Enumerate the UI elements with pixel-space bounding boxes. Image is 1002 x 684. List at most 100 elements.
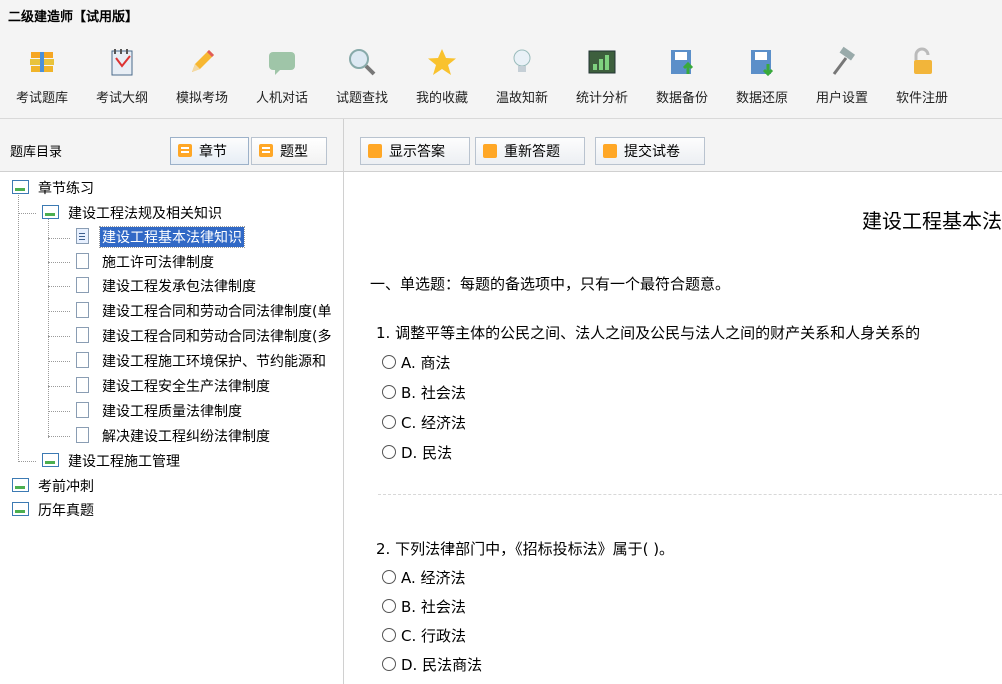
tree-node-label: 施工许可法律制度	[102, 255, 214, 271]
toolbar-restore-button[interactable]: 数据还原	[722, 34, 802, 118]
question-2-text: 2. 下列法律部门中，《招标投标法》属于( )。	[376, 540, 675, 558]
radio-button[interactable]	[382, 355, 396, 369]
tab-question-type[interactable]: 题型	[251, 137, 327, 165]
tab-question-type-label: 题型	[280, 144, 308, 160]
radio-button[interactable]	[382, 445, 396, 459]
radio-button[interactable]	[382, 385, 396, 399]
section-heading: 一、单选题：每题的备选项中，只有一个最符合题意。	[370, 275, 731, 293]
redo-label: 重新答题	[504, 144, 560, 160]
radio-button[interactable]	[382, 415, 396, 429]
tree-node-label: 解决建设工程纠纷法律制度	[102, 429, 270, 445]
folder-icon	[12, 502, 29, 516]
books-icon	[30, 52, 54, 72]
magnifier-icon	[349, 49, 376, 76]
toolbar-label: 温故知新	[495, 91, 548, 106]
document-icon	[76, 427, 89, 443]
option-label: A. 经济法	[401, 569, 466, 587]
tree-node-label: 考前冲刺	[38, 479, 94, 495]
tab-chapter-label: 章节	[199, 144, 227, 160]
tree-node-label: 建设工程合同和劳动合同法律制度(多	[102, 329, 332, 345]
tree-node-label: 建设工程合同和劳动合同法律制度(单	[102, 304, 332, 320]
q1-option-a[interactable]: A. 商法	[382, 352, 451, 373]
toolbar-label: 试题查找	[335, 91, 388, 106]
option-label: A. 商法	[401, 354, 451, 372]
lightbulb-icon	[513, 49, 531, 72]
tree-node-label: 建设工程安全生产法律制度	[102, 379, 270, 395]
q2-option-d[interactable]: D. 民法商法	[382, 654, 482, 675]
toolbar-label: 用户设置	[815, 91, 868, 106]
toolbar-search-button[interactable]: 试题查找	[322, 34, 402, 118]
tree-node-label: 建设工程施工环境保护、节约能源和	[102, 354, 326, 370]
catalog-title: 题库目录	[10, 145, 63, 160]
toolbar-label: 统计分析	[575, 91, 628, 106]
submit-button[interactable]: 提交试卷	[595, 137, 705, 165]
toolbar-favorites-button[interactable]: 我的收藏	[402, 34, 482, 118]
toolbar-user-settings-button[interactable]: 用户设置	[802, 34, 882, 118]
backup-icon	[671, 50, 694, 74]
folder-icon	[42, 205, 59, 219]
toolbar-label: 我的收藏	[415, 91, 468, 106]
option-label: B. 社会法	[401, 384, 466, 402]
toolbar-register-button[interactable]: 软件注册	[882, 34, 962, 118]
toolbar-label: 软件注册	[895, 91, 948, 106]
radio-button[interactable]	[382, 570, 396, 584]
question-1-text: 1. 调整平等主体的公民之间、法人之间及公民与法人之间的财产关系和人身关系的	[376, 324, 921, 342]
question-divider	[378, 494, 1002, 495]
submit-label: 提交试卷	[624, 144, 680, 160]
q1-option-d[interactable]: D. 民法	[382, 442, 452, 463]
title-bar: 二级建造师【试用版】	[0, 0, 1002, 34]
document-icon	[603, 144, 617, 158]
tree-node-label: 建设工程质量法律制度	[102, 404, 242, 420]
list-icon	[178, 144, 192, 157]
toolbar-label: 人机对话	[255, 91, 308, 106]
folder-icon	[12, 478, 29, 492]
option-label: D. 民法	[401, 444, 453, 462]
restore-icon	[751, 50, 774, 77]
option-label: C. 经济法	[401, 414, 467, 432]
q2-option-c[interactable]: C. 行政法	[382, 625, 466, 646]
show-answer-button[interactable]: 显示答案	[360, 137, 470, 165]
refresh-icon	[483, 144, 497, 158]
radio-button[interactable]	[382, 657, 396, 671]
lock-icon	[914, 47, 932, 74]
redo-button[interactable]: 重新答题	[475, 137, 585, 165]
notebook-icon	[111, 49, 133, 76]
document-icon	[76, 277, 89, 293]
document-icon	[76, 377, 89, 393]
folder-icon	[12, 180, 29, 194]
folder-icon	[42, 453, 59, 467]
toolbar-backup-button[interactable]: 数据备份	[642, 34, 722, 118]
radio-button[interactable]	[382, 628, 396, 642]
radio-button[interactable]	[382, 599, 396, 613]
document-icon	[76, 402, 89, 418]
toolbar-review-button[interactable]: 温故知新	[482, 34, 562, 118]
eye-icon	[368, 144, 382, 158]
chart-icon	[588, 50, 616, 74]
show-answer-label: 显示答案	[389, 144, 445, 160]
toolbar-syllabus-button[interactable]: 考试大纲	[82, 34, 162, 118]
document-icon	[76, 327, 89, 343]
grid-icon	[259, 144, 273, 157]
toolbar-exam-bank-button[interactable]: 考试题库	[2, 34, 82, 118]
toolbar-mock-exam-button[interactable]: 模拟考场	[162, 34, 242, 118]
tree-node-label: 建设工程基本法律知识	[99, 226, 245, 248]
q2-option-a[interactable]: A. 经济法	[382, 567, 466, 588]
main-toolbar: 考试题库 考试大纲 模拟考场 人机对话 试题查找 我的收藏 温故知新 统计分析 …	[0, 34, 1002, 119]
tree-node-label: 建设工程施工管理	[68, 454, 180, 470]
q1-option-b[interactable]: B. 社会法	[382, 382, 466, 403]
tab-chapter[interactable]: 章节	[170, 137, 249, 165]
option-label: B. 社会法	[401, 598, 466, 616]
option-label: C. 行政法	[401, 627, 467, 645]
toolbar-label: 数据还原	[735, 91, 788, 106]
hammer-icon	[832, 46, 856, 75]
toolbar-stats-button[interactable]: 统计分析	[562, 34, 642, 118]
q2-option-b[interactable]: B. 社会法	[382, 596, 466, 617]
document-title: 建设工程基本法	[862, 209, 1002, 233]
q1-option-c[interactable]: C. 经济法	[382, 412, 466, 433]
tree-node-label: 建设工程发承包法律制度	[102, 279, 256, 295]
toolbar-label: 模拟考场	[175, 91, 228, 106]
toolbar-dialog-button[interactable]: 人机对话	[242, 34, 322, 118]
catalog-header: 题库目录 章节 题型	[0, 119, 344, 172]
app-title: 二级建造师【试用版】	[8, 10, 139, 25]
tree-node-label: 建设工程法规及相关知识	[68, 206, 222, 222]
